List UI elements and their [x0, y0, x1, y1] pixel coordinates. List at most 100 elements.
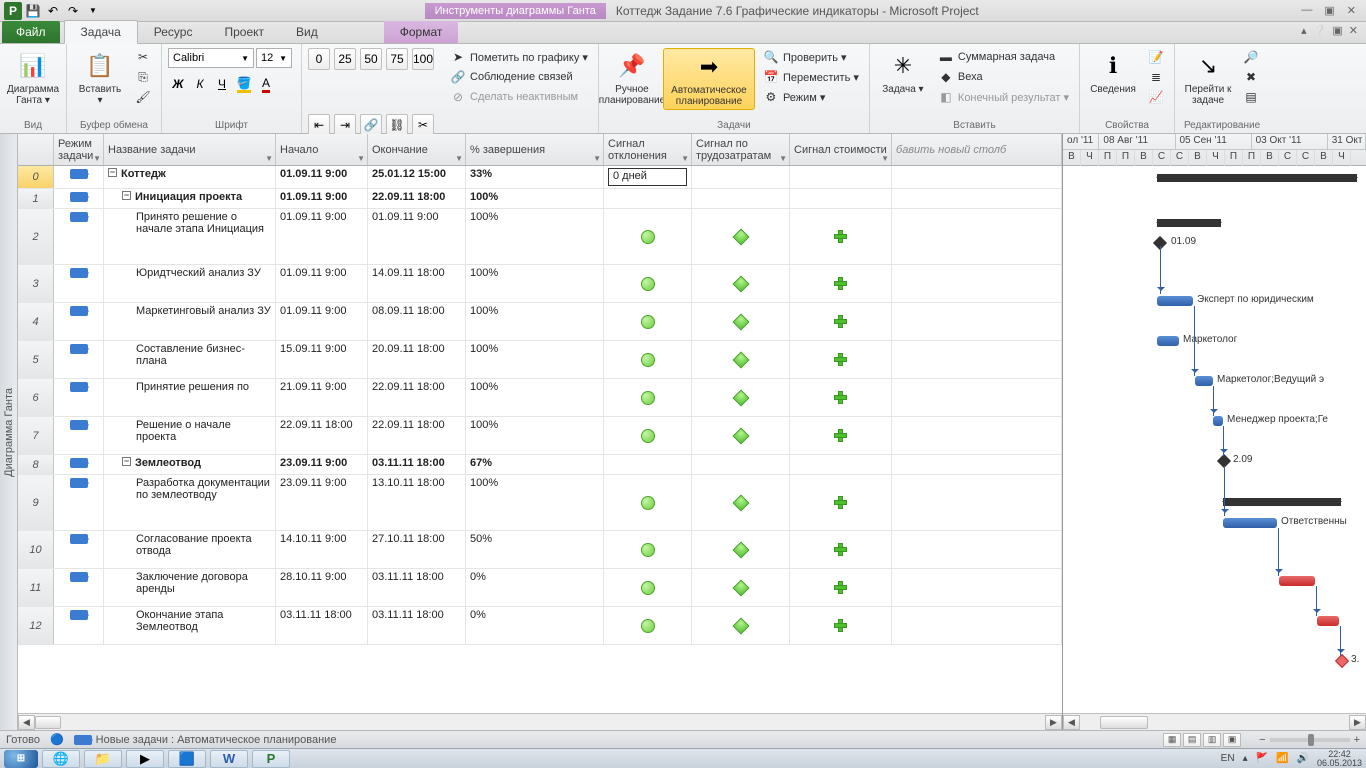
start-cell[interactable]: 01.09.11 9:00 — [276, 166, 368, 188]
gantt-hscroll[interactable]: ◀ ▶ — [1063, 713, 1366, 730]
scroll-track[interactable] — [35, 715, 1045, 730]
table-row[interactable]: 1−Инициация проекта01.09.11 9:0022.09.11… — [18, 189, 1062, 209]
pct-cell[interactable]: 100% — [466, 265, 604, 302]
task-name-cell[interactable]: Решение о начале проекта — [104, 417, 276, 454]
tray-network-icon[interactable]: 📶 — [1276, 753, 1288, 764]
table-row[interactable]: 12Окончание этапа Землеотвод03.11.11 18:… — [18, 607, 1062, 645]
task-name-cell[interactable]: Разработка документации по землеотводу — [104, 475, 276, 530]
start-cell[interactable]: 01.09.11 9:00 — [276, 265, 368, 302]
paste-button[interactable]: 📋 Вставить ▾ — [73, 48, 127, 108]
task-mode-cell[interactable] — [54, 455, 104, 474]
finish-cell[interactable]: 03.11.11 18:00 — [368, 607, 466, 644]
rest-cell[interactable] — [892, 455, 1062, 474]
information-button[interactable]: ℹ Сведения — [1086, 48, 1140, 97]
gantt-chart-button[interactable]: 📊 Диаграмма Ганта ▾ — [6, 48, 60, 108]
find-button[interactable]: 🔎 — [1239, 48, 1263, 66]
project-app-icon[interactable]: P — [4, 2, 22, 20]
signal-work-cell[interactable] — [692, 265, 790, 302]
task-mode-cell[interactable] — [54, 607, 104, 644]
tab-task[interactable]: Задача — [64, 20, 138, 44]
gantt-bar-4[interactable] — [1157, 336, 1179, 346]
outdent-button[interactable]: ⇤ — [308, 114, 330, 136]
gantt-body[interactable]: 01.09 Эксперт по юридическим Маркетолог … — [1063, 166, 1366, 713]
table-row[interactable]: 4Маркетинговый анализ ЗУ01.09.11 9:0008.… — [18, 303, 1062, 341]
signal-deviation-cell[interactable]: 0 дней — [604, 166, 692, 188]
save-icon[interactable]: 💾 — [24, 2, 42, 20]
task-mode-cell[interactable] — [54, 569, 104, 606]
tab-view[interactable]: Вид — [280, 21, 334, 43]
tray-flag-icon[interactable]: 🚩 — [1256, 753, 1268, 764]
signal-work-cell[interactable] — [692, 531, 790, 568]
outline-collapse-icon[interactable]: − — [122, 457, 131, 466]
font-color-button[interactable]: A — [256, 74, 276, 94]
signal-cost-cell[interactable] — [790, 417, 892, 454]
task-mode-cell[interactable] — [54, 379, 104, 416]
tray-lang[interactable]: EN — [1221, 753, 1235, 764]
pct-cell[interactable]: 100% — [466, 341, 604, 378]
task-name-cell[interactable]: Согласование проекта отвода — [104, 531, 276, 568]
rest-cell[interactable] — [892, 417, 1062, 454]
rest-cell[interactable] — [892, 531, 1062, 568]
font-size-combo[interactable]: 12▼ — [256, 48, 292, 68]
view-team-icon[interactable]: ▥ — [1203, 733, 1221, 747]
signal-cost-cell[interactable] — [790, 166, 892, 188]
table-row[interactable]: 2Принято решение о начале этапа Инициаци… — [18, 209, 1062, 265]
table-row[interactable]: 7Решение о начале проекта22.09.11 18:002… — [18, 417, 1062, 455]
tab-project[interactable]: Проект — [208, 21, 280, 43]
task-mode-cell[interactable] — [54, 265, 104, 302]
rest-cell[interactable] — [892, 209, 1062, 264]
view-usage-icon[interactable]: ▤ — [1183, 733, 1201, 747]
task-name-cell[interactable]: −Инициация проекта — [104, 189, 276, 208]
signal-work-cell[interactable] — [692, 166, 790, 188]
rest-cell[interactable] — [892, 475, 1062, 530]
progress-50-icon[interactable]: 50 — [360, 48, 382, 70]
signal-deviation-cell[interactable] — [604, 209, 692, 264]
row-id-cell[interactable]: 10 — [18, 531, 54, 568]
finish-cell[interactable]: 14.09.11 18:00 — [368, 265, 466, 302]
row-id-cell[interactable]: 5 — [18, 341, 54, 378]
signal-cost-cell[interactable] — [790, 531, 892, 568]
pct-cell[interactable]: 100% — [466, 303, 604, 340]
signal-cost-cell[interactable] — [790, 569, 892, 606]
signal-cost-cell[interactable] — [790, 209, 892, 264]
col-header-mode[interactable]: Режим задачи▼ — [54, 134, 104, 165]
row-id-cell[interactable]: 9 — [18, 475, 54, 530]
signal-work-cell[interactable] — [692, 189, 790, 208]
inspect-button[interactable]: 🔍Проверить ▾ — [759, 48, 863, 66]
col-header-add[interactable]: бавить новый столб — [892, 134, 1062, 165]
gantt-timescale[interactable]: ол '1108 Авг '1105 Сен '1103 Окт '1131 О… — [1063, 134, 1366, 166]
outline-collapse-icon[interactable]: − — [122, 191, 131, 200]
pct-cell[interactable]: 100% — [466, 475, 604, 530]
bold-button[interactable]: Ж — [168, 74, 188, 94]
tab-format[interactable]: Формат — [384, 21, 459, 43]
signal-work-cell[interactable] — [692, 607, 790, 644]
cell-edit-input[interactable]: 0 дней — [608, 168, 687, 186]
fill-button[interactable]: ▤ — [1239, 88, 1263, 106]
table-row[interactable]: 11Заключение договора аренды28.10.11 9:0… — [18, 569, 1062, 607]
finish-cell[interactable]: 25.01.12 15:00 — [368, 166, 466, 188]
link-tasks-button[interactable]: 🔗 — [360, 114, 382, 136]
task-name-cell[interactable]: Окончание этапа Землеотвод — [104, 607, 276, 644]
scroll-right-icon[interactable]: ▶ — [1045, 715, 1062, 730]
finish-cell[interactable]: 22.09.11 18:00 — [368, 379, 466, 416]
col-header-signal-deviation[interactable]: Сигнал отклонения▼ — [604, 134, 692, 165]
finish-cell[interactable]: 20.09.11 18:00 — [368, 341, 466, 378]
rest-cell[interactable] — [892, 341, 1062, 378]
manual-schedule-button[interactable]: 📌 Ручное планирование — [605, 48, 659, 108]
row-id-cell[interactable]: 0 — [18, 166, 54, 188]
auto-schedule-button[interactable]: ➡ Автоматическое планирование — [663, 48, 755, 110]
rest-cell[interactable] — [892, 379, 1062, 416]
signal-work-cell[interactable] — [692, 341, 790, 378]
task-mode-cell[interactable] — [54, 189, 104, 208]
milestone-button[interactable]: ◆Веха — [934, 68, 1073, 86]
finish-cell[interactable]: 03.11.11 18:00 — [368, 569, 466, 606]
pct-cell[interactable]: 100% — [466, 189, 604, 208]
row-id-cell[interactable]: 4 — [18, 303, 54, 340]
signal-cost-cell[interactable] — [790, 475, 892, 530]
task-mode-cell[interactable] — [54, 341, 104, 378]
gantt-bar-6[interactable] — [1213, 416, 1223, 426]
minimize-button[interactable]: — — [1301, 4, 1312, 17]
progress-0-icon[interactable]: 0 — [308, 48, 330, 70]
tray-show-hidden-icon[interactable]: ▴ — [1243, 753, 1248, 764]
signal-work-cell[interactable] — [692, 209, 790, 264]
